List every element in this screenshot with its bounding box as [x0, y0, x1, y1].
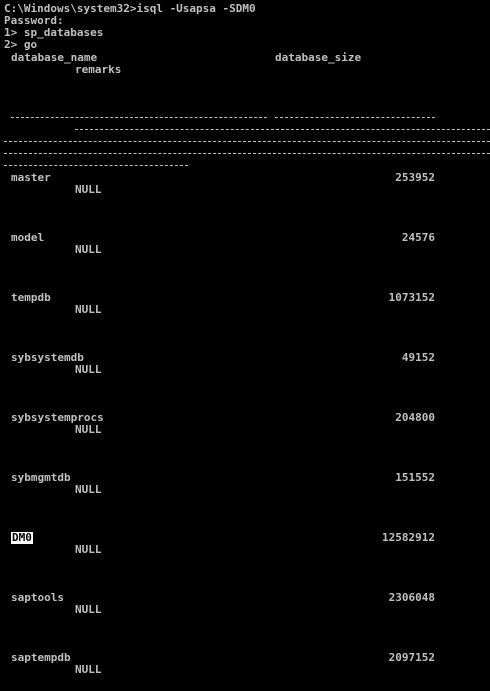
database-remarks-cell: NULL — [75, 603, 102, 616]
database-remarks-cell: NULL — [75, 483, 102, 496]
database-name-cell: sybmgmtdb — [11, 471, 71, 484]
database-name-cell: saptools — [11, 591, 64, 604]
separator-remarks-3 — [4, 153, 490, 154]
database-remarks-cell: NULL — [75, 423, 102, 436]
database-size-cell: 1073152 — [388, 291, 435, 304]
database-size-cell: 151552 — [395, 471, 435, 484]
database-size-cell: 253952 — [395, 171, 435, 184]
console-window[interactable]: C:\Windows\system32>isql -Usapsa -SDM0 P… — [0, 0, 490, 691]
database-size-cell: 2097152 — [388, 651, 435, 664]
separator-size — [275, 117, 435, 118]
database-name-cell: master — [11, 171, 51, 184]
database-name-cell: saptempdb — [11, 651, 71, 664]
database-name-cell: DM0 — [11, 531, 33, 544]
separator-remarks-1 — [75, 129, 490, 130]
query-line-2: 2> go — [4, 38, 38, 51]
database-size-cell: 49152 — [401, 351, 435, 364]
header-remarks: remarks — [75, 63, 122, 76]
header-database-size: database_size — [275, 51, 362, 64]
database-size-cell: 204800 — [395, 411, 435, 424]
database-remarks-cell: NULL — [75, 663, 102, 676]
database-name-cell: model — [11, 231, 45, 244]
separator-remarks-2 — [4, 141, 490, 142]
database-remarks-cell: NULL — [75, 243, 102, 256]
database-size-cell: 24576 — [401, 231, 435, 244]
database-size-cell: 12582912 — [382, 531, 435, 544]
separator-remarks-4 — [4, 165, 188, 166]
database-remarks-cell: NULL — [75, 363, 102, 376]
separator-name — [11, 117, 267, 118]
database-remarks-cell: NULL — [75, 183, 102, 196]
database-remarks-cell: NULL — [75, 303, 102, 316]
database-name-cell: tempdb — [11, 291, 51, 304]
database-size-cell: 2306048 — [388, 591, 435, 604]
database-remarks-cell: NULL — [75, 543, 102, 556]
database-name-cell: sybsystemdb — [11, 351, 84, 364]
